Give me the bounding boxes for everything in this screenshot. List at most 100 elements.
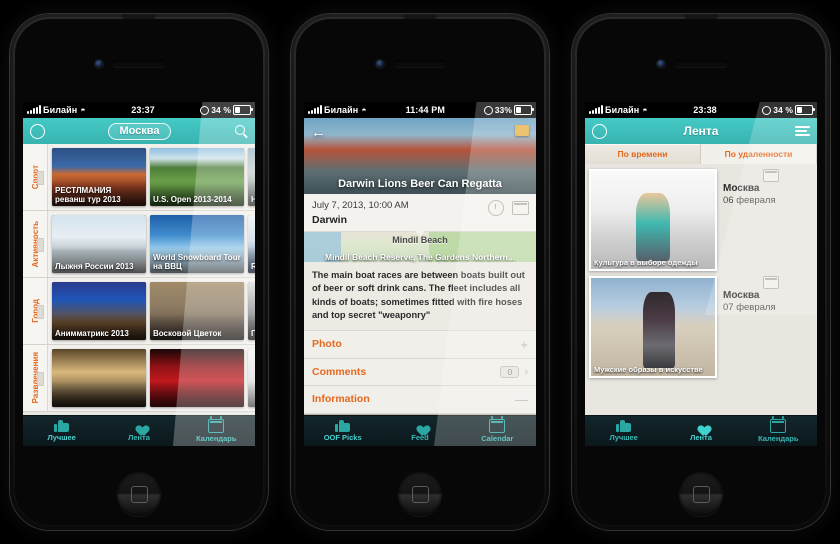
battery-icon <box>233 105 253 115</box>
drag-handle[interactable] <box>37 238 44 252</box>
tab-label: Лучшее <box>47 433 76 442</box>
tab-calendar[interactable]: Календарь <box>740 416 817 443</box>
event-title: Darwin Lions Beer Can Regatta <box>338 178 502 190</box>
feed-thumbnail[interactable]: Мужские образы в искусстве <box>589 276 717 378</box>
alarm-icon <box>762 105 772 115</box>
phone-device-3: Билайн ◓ 23:38 34 % Лента По времени По … <box>572 14 830 530</box>
category-row: Развлечения <box>23 345 255 412</box>
event-card[interactable] <box>150 349 244 407</box>
share-icon[interactable] <box>515 125 529 136</box>
event-card-caption <box>150 403 244 407</box>
drag-handle[interactable] <box>37 305 44 319</box>
phone3-top-nub <box>684 14 718 19</box>
tab-calendar[interactable]: Calendar <box>459 416 536 443</box>
category-label-sport[interactable]: Спорт <box>23 144 48 210</box>
calendar-icon[interactable] <box>512 201 529 215</box>
event-card[interactable]: U.S. Open 2013-2014 <box>150 148 244 206</box>
feed-item[interactable]: Мужские образы в искусстве Москва 07 фев… <box>589 276 813 378</box>
page-title: Москва <box>45 122 234 140</box>
feed-city: Москва <box>723 183 760 194</box>
tab-feed[interactable]: Лента <box>662 420 739 442</box>
tab-feed[interactable]: Лента <box>100 420 177 442</box>
feed-meta: Москва 06 февраля <box>723 169 813 271</box>
battery-icon <box>795 105 815 115</box>
battery-icon <box>514 105 534 115</box>
phone1-screen: Билайн ◓ 23:37 34 % Москва Спорт РЕСТЛМА… <box>23 102 255 446</box>
segment-by-distance[interactable]: По удаленности <box>701 144 817 164</box>
section-photo[interactable]: Photo + <box>304 330 536 359</box>
tab-oof-picks[interactable]: OOF Picks <box>304 420 381 442</box>
event-card[interactable]: Восковой Цветок <box>150 282 244 340</box>
list-icon[interactable] <box>795 126 810 136</box>
event-card-caption: Неделя Regat <box>251 194 255 204</box>
event-card[interactable]: Неделя Regat <box>248 148 255 206</box>
expand-plus-icon[interactable]: + <box>520 338 528 351</box>
event-card-caption: Red B "Петр <box>251 261 255 271</box>
event-card[interactable]: World Snowboard Tour на ВВЦ <box>150 215 244 273</box>
circle-icon[interactable] <box>592 123 607 139</box>
category-label-activity[interactable]: Активность <box>23 211 48 277</box>
drag-handle[interactable] <box>37 372 44 386</box>
tab-best[interactable]: Лучшее <box>585 420 662 442</box>
event-card[interactable]: РЕСТЛМАНИЯ реванш тур 2013 <box>52 148 146 206</box>
tab-feed[interactable]: Feed <box>381 420 458 442</box>
history-clock-icon[interactable] <box>488 200 504 216</box>
event-card[interactable]: Лыжня России 2013 <box>52 215 146 273</box>
tab-best[interactable]: Лучшее <box>23 420 100 442</box>
phone-device-2: Билайн ◓ 11:44 PM 33% ← Darwin Lions Bee… <box>291 14 549 530</box>
category-label-city[interactable]: Город <box>23 278 48 344</box>
screenshot-stage: Билайн ◓ 23:37 34 % Москва Спорт РЕСТЛМА… <box>0 0 840 544</box>
phone3-screen: Билайн ◓ 23:38 34 % Лента По времени По … <box>585 102 817 446</box>
feed-thumbnail[interactable]: Культура в выборе одежды <box>589 169 717 271</box>
tab-bar: OOF Picks Feed Calendar <box>304 415 536 446</box>
battery-percent: 34 % <box>773 105 793 115</box>
back-arrow-icon[interactable]: ← <box>311 125 326 140</box>
section-information[interactable]: Information — <box>304 385 536 414</box>
event-map[interactable]: Mindil Beach Mindil Beach Reserve, The G… <box>304 231 536 262</box>
card-strip[interactable]: Лыжня России 2013 World Snowboard Tour н… <box>48 211 255 277</box>
status-left: Билайн ◓ <box>27 105 86 115</box>
circle-icon[interactable] <box>30 123 45 139</box>
home-button[interactable] <box>679 472 723 516</box>
chevron-right-icon[interactable]: › <box>524 366 528 378</box>
status-left: Билайн ◓ <box>589 105 648 115</box>
event-card[interactable]: Грех Пете <box>248 282 255 340</box>
calendar-icon <box>208 416 225 433</box>
search-icon[interactable] <box>234 124 248 138</box>
front-camera-icon <box>95 60 103 68</box>
card-strip[interactable] <box>48 345 255 411</box>
status-clock: 23:38 <box>693 105 717 115</box>
city-selector-button[interactable]: Москва <box>108 122 171 140</box>
event-card-caption <box>52 403 146 407</box>
feed-caption: Культура в выборе одежды <box>594 258 698 267</box>
best-list[interactable]: Спорт РЕСТЛМАНИЯ реванш тур 2013 U.S. Op… <box>23 144 255 416</box>
category-label-entertainment[interactable]: Развлечения <box>23 345 48 411</box>
feed-list[interactable]: Культура в выборе одежды Москва 06 февра… <box>585 164 817 416</box>
segment-by-time[interactable]: По времени <box>585 144 701 164</box>
event-card[interactable]: Red B "Петр <box>248 215 255 273</box>
thumbs-up-icon <box>335 420 351 432</box>
tab-bar: Лучшее Лента Календарь <box>23 415 255 446</box>
home-button[interactable] <box>117 472 161 516</box>
thumbs-up-icon <box>616 420 632 432</box>
map-place-name: Mindil Beach <box>392 235 448 245</box>
event-card[interactable]: Анимматрикс 2013 <box>52 282 146 340</box>
drag-handle[interactable] <box>37 171 44 185</box>
tab-calendar[interactable]: Календарь <box>178 416 255 443</box>
home-button[interactable] <box>398 472 442 516</box>
section-label: Comments <box>312 365 367 378</box>
card-strip[interactable]: Анимматрикс 2013 Восковой Цветок Грех Пе… <box>48 278 255 344</box>
collapse-minus-icon[interactable]: — <box>515 393 528 406</box>
feed-item[interactable]: Культура в выборе одежды Москва 06 февра… <box>589 169 813 271</box>
category-row: Активность Лыжня России 2013 World Snowb… <box>23 211 255 278</box>
status-right: 33% <box>483 105 534 115</box>
page-title: Лента <box>683 124 719 138</box>
section-comments[interactable]: Comments 0 › <box>304 358 536 386</box>
card-strip[interactable]: РЕСТЛМАНИЯ реванш тур 2013 U.S. Open 201… <box>48 144 255 210</box>
earpiece-speaker <box>675 60 727 67</box>
phone2-screen: Билайн ◓ 11:44 PM 33% ← Darwin Lions Bee… <box>304 102 536 446</box>
event-card[interactable] <box>248 349 255 407</box>
event-card[interactable] <box>52 349 146 407</box>
carrier-label: Билайн <box>324 105 359 115</box>
signal-bars-icon <box>27 105 41 114</box>
